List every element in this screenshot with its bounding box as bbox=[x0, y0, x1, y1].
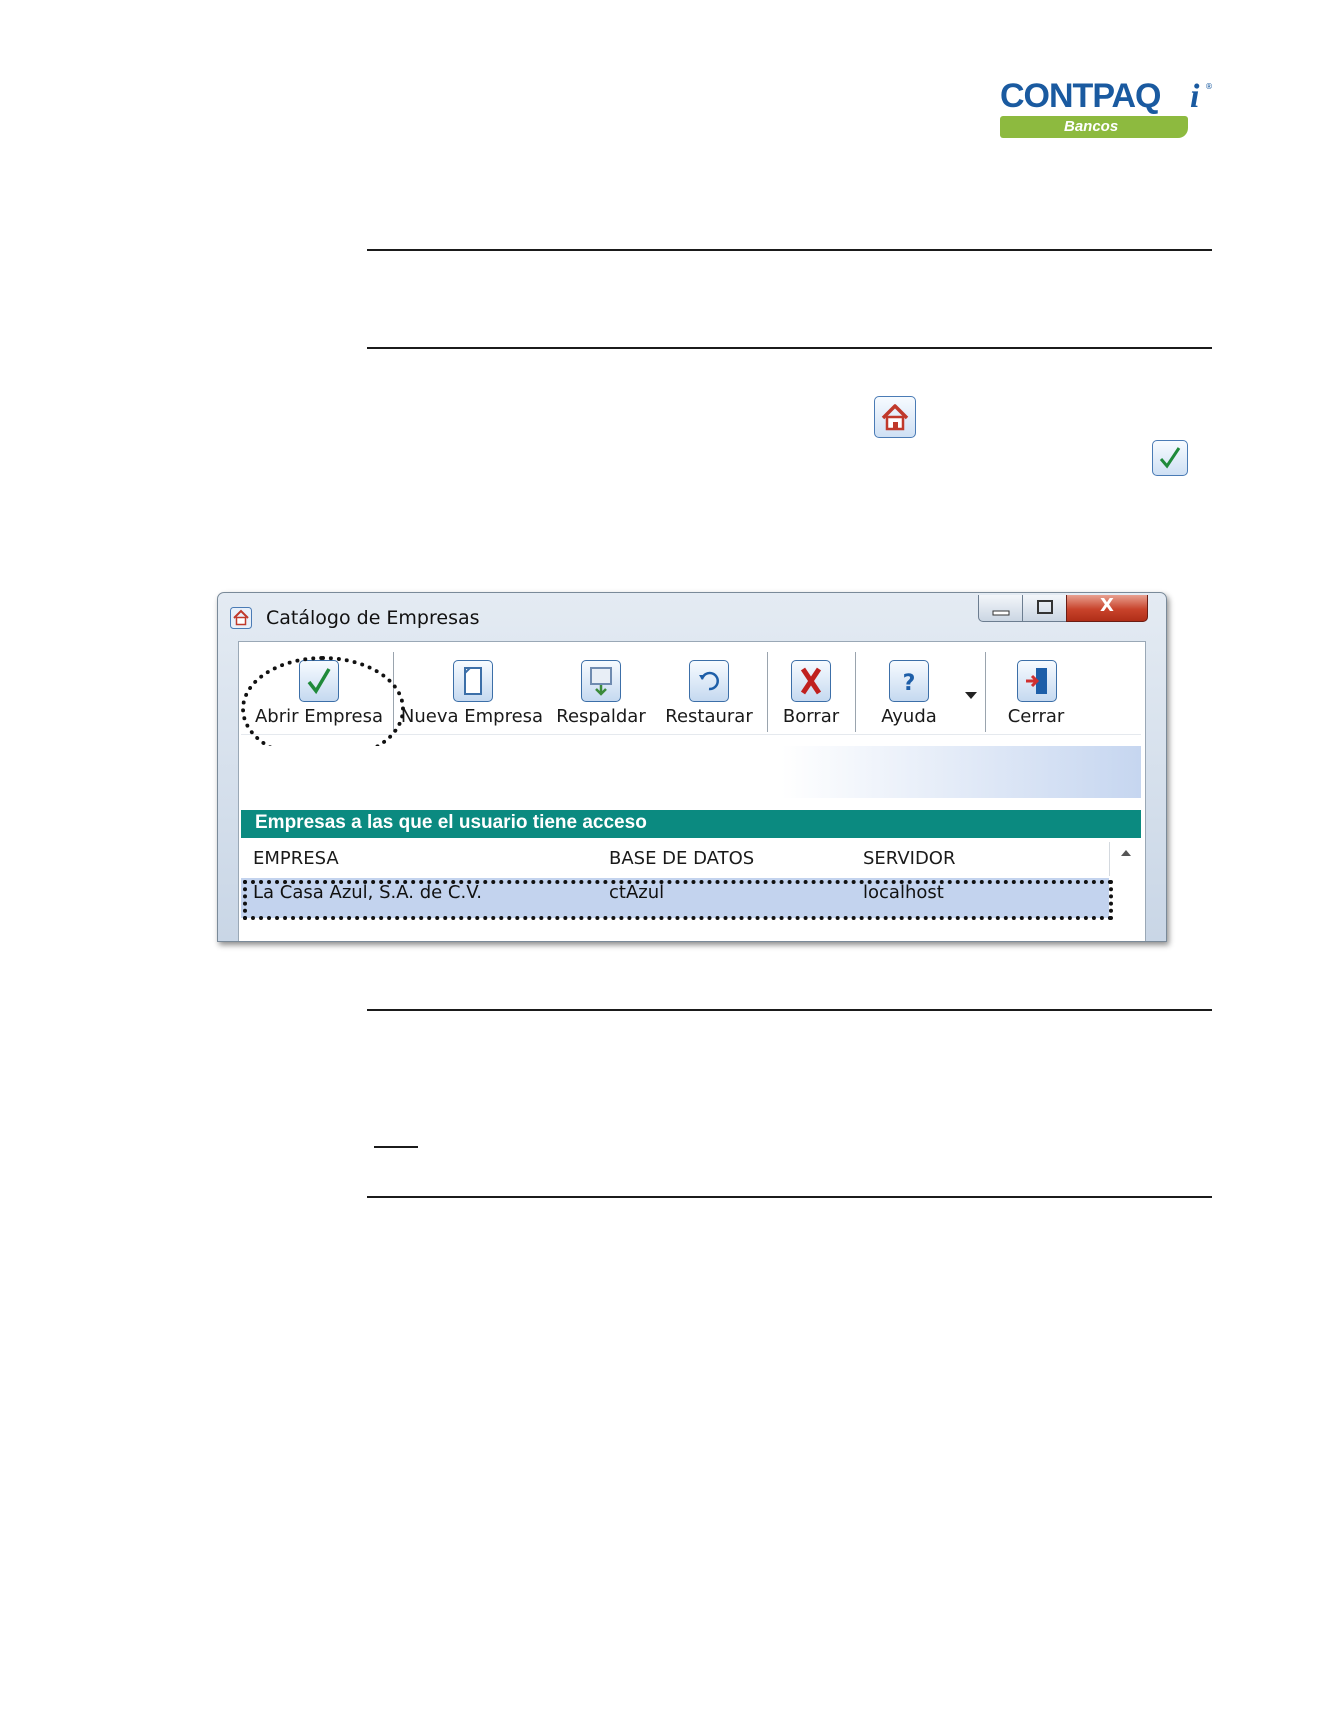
column-header-label: SERVIDOR bbox=[863, 848, 956, 869]
ayuda-label: Ayuda bbox=[881, 706, 937, 727]
logo-i-mark: i bbox=[1190, 78, 1200, 115]
logo-trademark: ® bbox=[1205, 82, 1213, 91]
contpaqi-bancos-logo: CONTPAQ i ® Bancos bbox=[1000, 77, 1213, 140]
window-client-area: Abrir Empresa Nueva Empresa Respaldar Re… bbox=[238, 641, 1146, 941]
home-icon bbox=[874, 396, 916, 438]
restaurar-label: Restaurar bbox=[665, 706, 753, 727]
delete-x-icon bbox=[791, 660, 831, 702]
window-home-icon bbox=[230, 607, 252, 629]
info-band bbox=[241, 746, 1141, 798]
cerrar-label: Cerrar bbox=[1007, 706, 1065, 727]
divider-rule bbox=[367, 249, 1212, 251]
maximize-button[interactable] bbox=[1022, 595, 1068, 622]
catalogo-empresas-window: Catálogo de Empresas X Abrir Empresa Nue… bbox=[217, 592, 1167, 942]
borrar-button[interactable]: Borrar bbox=[771, 646, 851, 734]
logo-product-band: Bancos bbox=[1000, 116, 1188, 138]
toolbar-separator bbox=[985, 652, 986, 732]
backup-icon bbox=[581, 660, 621, 702]
window-caption-buttons: X bbox=[978, 595, 1154, 623]
close-button[interactable]: X bbox=[1066, 595, 1148, 622]
nueva-empresa-label: Nueva Empresa bbox=[400, 706, 544, 727]
svg-text:?: ? bbox=[903, 671, 916, 696]
toolbar: Abrir Empresa Nueva Empresa Respaldar Re… bbox=[241, 646, 1141, 762]
close-icon: X bbox=[1100, 595, 1114, 616]
divider-rule bbox=[367, 347, 1212, 349]
ayuda-dropdown-button[interactable] bbox=[961, 646, 981, 734]
grid-caption: Empresas a las que el usuario tiene acce… bbox=[255, 812, 647, 833]
restaurar-button[interactable]: Restaurar bbox=[655, 646, 763, 734]
respaldar-button[interactable]: Respaldar bbox=[549, 646, 653, 734]
nueva-empresa-button[interactable]: Nueva Empresa bbox=[397, 646, 547, 734]
toolbar-separator bbox=[855, 652, 856, 732]
exit-door-icon bbox=[1017, 660, 1057, 702]
column-header-label: EMPRESA bbox=[253, 848, 339, 869]
window-title: Catálogo de Empresas bbox=[266, 607, 480, 629]
divider-rule bbox=[367, 1196, 1212, 1198]
ayuda-button[interactable]: ? Ayuda bbox=[859, 646, 959, 734]
respaldar-label: Respaldar bbox=[556, 706, 646, 727]
row-highlight-box bbox=[243, 880, 1113, 920]
logo-product-name: Bancos bbox=[1064, 118, 1119, 135]
cerrar-button[interactable]: Cerrar bbox=[989, 646, 1083, 734]
grid-caption-bar: Empresas a las que el usuario tiene acce… bbox=[241, 810, 1141, 838]
scroll-up-icon[interactable] bbox=[1119, 846, 1133, 860]
column-header-servidor[interactable]: SERVIDOR bbox=[851, 842, 1110, 876]
column-header-base-datos[interactable]: BASE DE DATOS bbox=[597, 842, 852, 876]
new-document-icon bbox=[453, 660, 493, 702]
borrar-label: Borrar bbox=[782, 706, 840, 727]
minimize-button[interactable] bbox=[978, 595, 1024, 622]
divider-rule bbox=[367, 1009, 1212, 1011]
check-icon bbox=[1152, 440, 1188, 476]
toolbar-separator bbox=[767, 652, 768, 732]
short-divider bbox=[374, 1146, 418, 1148]
help-icon: ? bbox=[889, 660, 929, 702]
column-header-label: BASE DE DATOS bbox=[609, 848, 755, 869]
chevron-down-icon bbox=[965, 692, 977, 699]
logo-wordmark: CONTPAQ bbox=[1000, 77, 1161, 115]
restore-icon bbox=[689, 660, 729, 702]
column-header-empresa[interactable]: EMPRESA bbox=[241, 842, 598, 876]
